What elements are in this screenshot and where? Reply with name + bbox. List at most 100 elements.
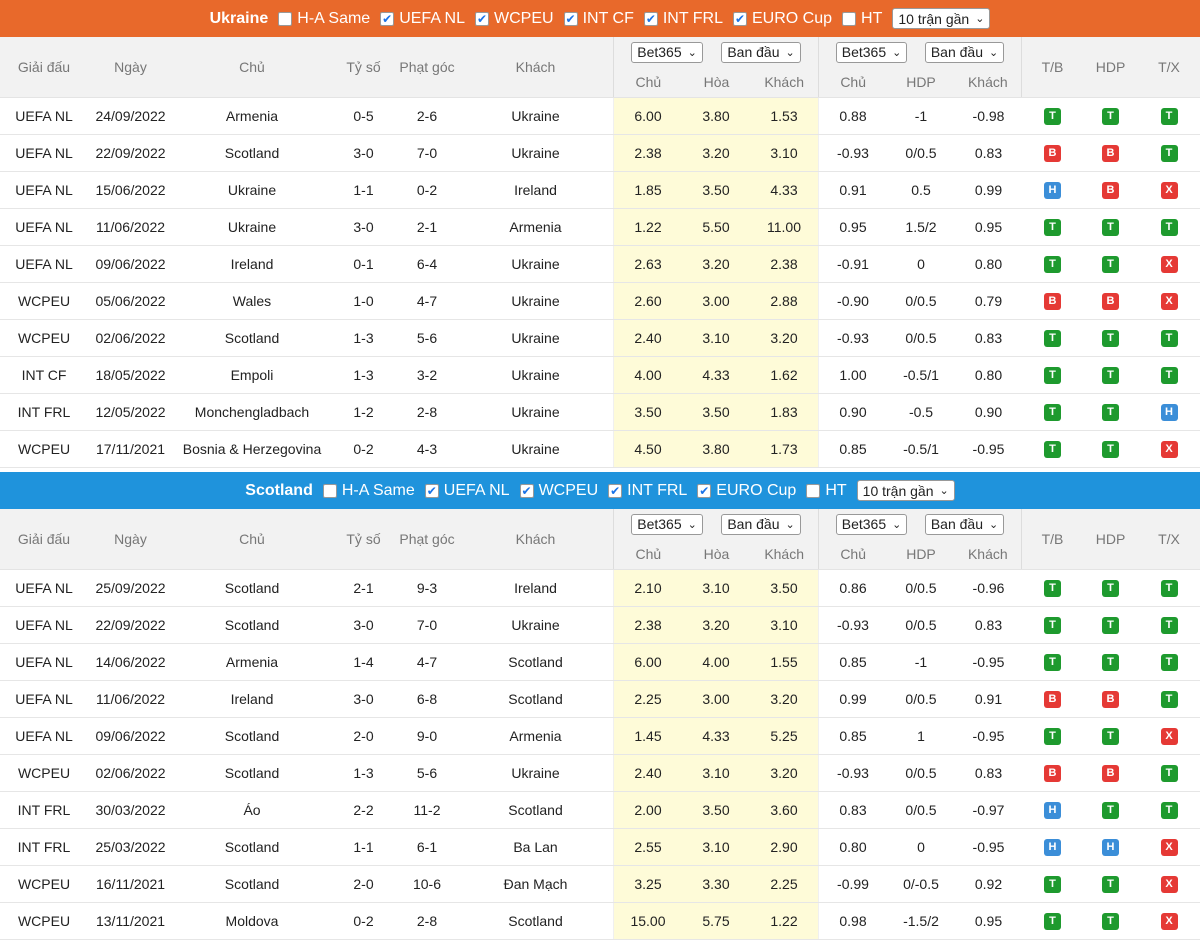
ha-same-filter[interactable]: H-A Same (322, 482, 415, 500)
home-team-link[interactable]: Moldova (173, 903, 331, 939)
away-team-link[interactable]: Ukraine (458, 135, 613, 171)
wcpeu-filter[interactable]: ✔ WCPEU (519, 482, 598, 500)
checkbox-checked[interactable]: ✔ (424, 483, 439, 498)
score-cell[interactable]: 3-0 (331, 209, 396, 245)
bookmaker-select[interactable]: Bet365 ⌄ (835, 41, 908, 63)
score-cell[interactable]: 3-0 (331, 681, 396, 717)
away-team-link[interactable]: Scotland (458, 681, 613, 717)
table-row[interactable]: WCPEU 02/06/2022 Scotland 1-3 5-6 Ukraine 2.40… (0, 320, 1200, 357)
score-cell[interactable]: 0-5 (331, 98, 396, 134)
home-team-link[interactable]: Armenia (173, 644, 331, 680)
away-team-link[interactable]: Ukraine (458, 320, 613, 356)
ht-filter[interactable]: HT (842, 10, 882, 28)
away-team-link[interactable]: Đan Mạch (458, 866, 613, 902)
ha-same-filter[interactable]: H-A Same (278, 10, 370, 28)
home-team-link[interactable]: Scotland (173, 829, 331, 865)
int-frl-filter[interactable]: ✔ INT FRL (643, 10, 723, 28)
uefa-nl-filter[interactable]: ✔ UEFA NL (424, 482, 510, 500)
score-cell[interactable]: 1-2 (331, 394, 396, 430)
odds-type-select[interactable]: Ban đầu ⌄ (721, 513, 801, 535)
away-team-link[interactable]: Ukraine (458, 98, 613, 134)
home-team-link[interactable]: Armenia (173, 98, 331, 134)
table-row[interactable]: UEFA NL 22/09/2022 Scotland 3-0 7-0 Ukraine 2.… (0, 607, 1200, 644)
table-row[interactable]: INT CF 18/05/2022 Empoli 1-3 3-2 Ukraine 4.00 4… (0, 357, 1200, 394)
away-team-link[interactable]: Armenia (458, 718, 613, 754)
table-row[interactable]: WCPEU 17/11/2021 Bosnia & Herzegovina 0-2 4-… (0, 431, 1200, 468)
home-team-link[interactable]: Scotland (173, 320, 331, 356)
away-team-link[interactable]: Scotland (458, 903, 613, 939)
score-cell[interactable]: 1-3 (331, 755, 396, 791)
odds-type-select[interactable]: Ban đầu ⌄ (924, 41, 1005, 63)
away-team-link[interactable]: Ba Lan (458, 829, 613, 865)
home-team-link[interactable]: Ukraine (173, 209, 331, 245)
score-cell[interactable]: 3-0 (331, 135, 396, 171)
score-cell[interactable]: 2-0 (331, 866, 396, 902)
table-row[interactable]: INT FRL 30/03/2022 Áo 2-2 11-2 Scotland 2.00 3.… (0, 792, 1200, 829)
home-team-link[interactable]: Empoli (173, 357, 331, 393)
away-team-link[interactable]: Ukraine (458, 431, 613, 467)
wcpeu-filter[interactable]: ✔ WCPEU (475, 10, 554, 28)
home-team-link[interactable]: Scotland (173, 755, 331, 791)
home-team-link[interactable]: Wales (173, 283, 331, 319)
home-team-link[interactable]: Scotland (173, 135, 331, 171)
score-cell[interactable]: 0-2 (331, 903, 396, 939)
uefa-nl-filter[interactable]: ✔ UEFA NL (380, 10, 465, 28)
table-row[interactable]: WCPEU 02/06/2022 Scotland 1-3 5-6 Ukraine 2.40… (0, 755, 1200, 792)
table-row[interactable]: UEFA NL 22/09/2022 Scotland 3-0 7-0 Ukraine 2.… (0, 135, 1200, 172)
int-frl-filter[interactable]: ✔ INT FRL (608, 482, 687, 500)
away-team-link[interactable]: Ukraine (458, 283, 613, 319)
score-cell[interactable]: 0-2 (331, 431, 396, 467)
away-team-link[interactable]: Ireland (458, 570, 613, 606)
home-team-link[interactable]: Ukraine (173, 172, 331, 208)
checkbox-checked[interactable]: ✔ (519, 483, 534, 498)
table-row[interactable]: WCPEU 13/11/2021 Moldova 0-2 2-8 Scotland 15.0… (0, 903, 1200, 940)
home-team-link[interactable]: Bosnia & Herzegovina (173, 431, 331, 467)
score-cell[interactable]: 1-1 (331, 829, 396, 865)
away-team-link[interactable]: Scotland (458, 792, 613, 828)
table-row[interactable]: UEFA NL 09/06/2022 Scotland 2-0 9-0 Armenia 1.… (0, 718, 1200, 755)
away-team-link[interactable]: Ukraine (458, 607, 613, 643)
score-cell[interactable]: 1-4 (331, 644, 396, 680)
home-team-link[interactable]: Áo (173, 792, 331, 828)
table-row[interactable]: INT FRL 12/05/2022 Monchengladbach 1-2 2-8 Uk… (0, 394, 1200, 431)
table-row[interactable]: UEFA NL 25/09/2022 Scotland 2-1 9-3 Ireland 2.… (0, 570, 1200, 607)
home-team-link[interactable]: Ireland (173, 681, 331, 717)
away-team-link[interactable]: Ukraine (458, 755, 613, 791)
score-cell[interactable]: 0-1 (331, 246, 396, 282)
home-team-link[interactable]: Scotland (173, 570, 331, 606)
checkbox-unchecked[interactable] (278, 11, 293, 26)
odds-type-select[interactable]: Ban đầu ⌄ (721, 41, 801, 63)
away-team-link[interactable]: Ukraine (458, 246, 613, 282)
table-row[interactable]: UEFA NL 11/06/2022 Ukraine 3-0 2-1 Armenia 1.2… (0, 209, 1200, 246)
home-team-link[interactable]: Scotland (173, 607, 331, 643)
table-row[interactable]: UEFA NL 15/06/2022 Ukraine 1-1 0-2 Ireland 1.8… (0, 172, 1200, 209)
away-team-link[interactable]: Ukraine (458, 394, 613, 430)
table-row[interactable]: INT FRL 25/03/2022 Scotland 1-1 6-1 Ba Lan 2.5… (0, 829, 1200, 866)
home-team-link[interactable]: Monchengladbach (173, 394, 331, 430)
score-cell[interactable]: 1-1 (331, 172, 396, 208)
match-range-select[interactable]: 10 trận gần ⌄ (856, 480, 955, 501)
score-cell[interactable]: 1-0 (331, 283, 396, 319)
score-cell[interactable]: 3-0 (331, 607, 396, 643)
euro-cup-filter[interactable]: ✔ EURO Cup (697, 482, 796, 500)
checkbox-checked[interactable]: ✔ (563, 11, 578, 26)
match-range-select[interactable]: 10 trận gần ⌄ (892, 8, 991, 29)
checkbox-checked[interactable]: ✔ (608, 483, 623, 498)
table-row[interactable]: UEFA NL 11/06/2022 Ireland 3-0 6-8 Scotland 2.… (0, 681, 1200, 718)
table-row[interactable]: WCPEU 16/11/2021 Scotland 2-0 10-6 Đan Mạch 3.… (0, 866, 1200, 903)
checkbox-checked[interactable]: ✔ (643, 11, 658, 26)
euro-cup-filter[interactable]: ✔ EURO Cup (733, 10, 832, 28)
table-row[interactable]: WCPEU 05/06/2022 Wales 1-0 4-7 Ukraine 2.60 3.0… (0, 283, 1200, 320)
away-team-link[interactable]: Armenia (458, 209, 613, 245)
checkbox-checked[interactable]: ✔ (475, 11, 490, 26)
score-cell[interactable]: 2-0 (331, 718, 396, 754)
checkbox-checked[interactable]: ✔ (733, 11, 747, 26)
table-row[interactable]: UEFA NL 14/06/2022 Armenia 1-4 4-7 Scotland 6.… (0, 644, 1200, 681)
score-cell[interactable]: 1-3 (331, 320, 396, 356)
checkbox-unchecked[interactable] (322, 483, 337, 498)
home-team-link[interactable]: Ireland (173, 246, 331, 282)
table-row[interactable]: UEFA NL 24/09/2022 Armenia 0-5 2-6 Ukraine 6.0… (0, 98, 1200, 135)
away-team-link[interactable]: Ukraine (458, 357, 613, 393)
bookmaker-select[interactable]: Bet365 ⌄ (835, 513, 908, 535)
odds-type-select[interactable]: Ban đầu ⌄ (924, 513, 1005, 535)
